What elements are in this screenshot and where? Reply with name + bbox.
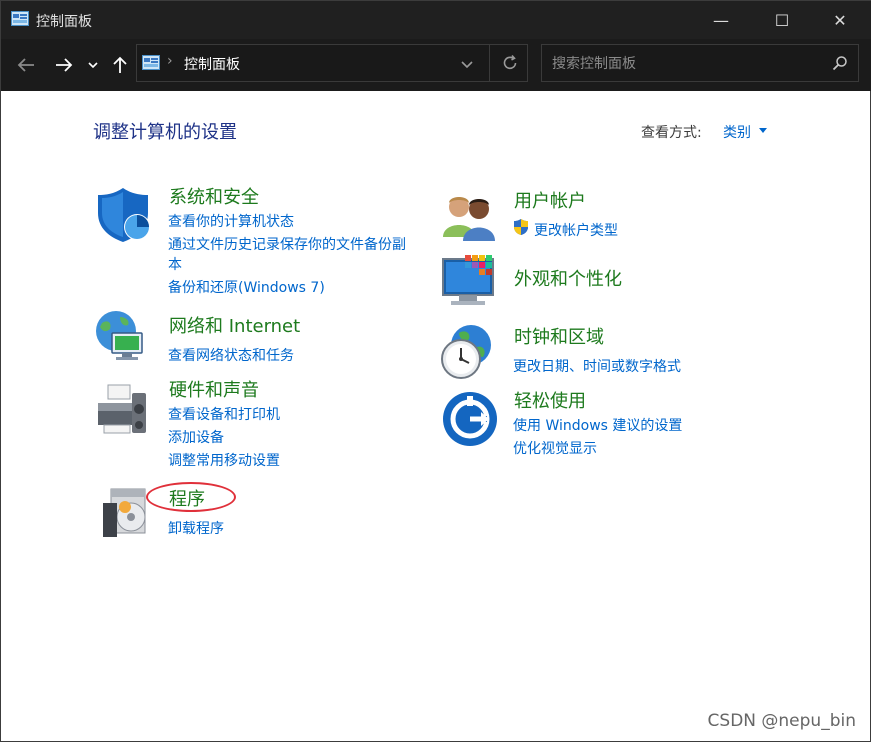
search-icon[interactable]: [832, 55, 848, 71]
link-uninstall-program[interactable]: 卸载程序: [168, 518, 224, 538]
link-view-computer-status[interactable]: 查看你的计算机状态: [168, 211, 294, 231]
link-add-device[interactable]: 添加设备: [168, 427, 224, 447]
minimize-button[interactable]: —: [698, 1, 744, 39]
chevron-down-icon[interactable]: [457, 54, 477, 74]
category-system-security[interactable]: 系统和安全: [169, 183, 259, 209]
arrow-right-icon: [56, 58, 73, 72]
refresh-button[interactable]: [489, 45, 530, 81]
shield-icon[interactable]: [96, 186, 154, 244]
close-icon: ✕: [833, 10, 847, 30]
watermark: CSDN @nepu_bin: [707, 711, 856, 731]
category-ease-of-access[interactable]: 轻松使用: [514, 387, 586, 413]
user-accounts-icon[interactable]: [441, 189, 499, 247]
link-backup-restore[interactable]: 备份和还原(Windows 7): [168, 277, 325, 297]
back-button[interactable]: [13, 53, 39, 77]
link-change-date-time-format[interactable]: 更改日期、时间或数字格式: [513, 356, 681, 376]
minimize-icon: —: [713, 10, 729, 30]
category-hardware-sound[interactable]: 硬件和声音: [169, 376, 259, 402]
category-user-accounts[interactable]: 用户帐户: [514, 187, 586, 213]
arrow-up-icon: [113, 56, 127, 73]
ease-of-access-icon[interactable]: [441, 390, 499, 448]
search-input[interactable]: [550, 53, 824, 75]
search-box[interactable]: [541, 44, 859, 82]
link-recommended-settings[interactable]: 使用 Windows 建议的设置: [513, 415, 682, 435]
title-bar: 控制面板 — ☐ ✕: [1, 1, 871, 39]
address-bar[interactable]: › 控制面板: [136, 44, 528, 82]
link-change-account-type[interactable]: 更改帐户类型: [534, 220, 618, 240]
printer-icon[interactable]: [94, 381, 152, 439]
link-view-devices-printers[interactable]: 查看设备和打印机: [168, 404, 280, 424]
page-title: 调整计算机的设置: [93, 122, 237, 143]
maximize-icon: ☐: [774, 10, 790, 30]
control-panel-window: 控制面板 — ☐ ✕ › 控制面板 搜索控制面板 调整计算机的设置 查看方式: …: [0, 0, 871, 742]
uac-shield-icon: [514, 219, 528, 235]
category-network-internet[interactable]: 网络和 Internet: [169, 312, 300, 338]
refresh-icon: [503, 54, 517, 70]
annotation-ellipse: [146, 482, 236, 512]
up-button[interactable]: [107, 53, 133, 77]
link-mobility-settings[interactable]: 调整常用移动设置: [168, 450, 280, 470]
view-by-label: 查看方式:: [641, 125, 702, 141]
appearance-monitor-icon[interactable]: [441, 253, 499, 311]
control-panel-icon: [142, 55, 160, 70]
forward-button[interactable]: [51, 53, 77, 77]
category-clock-region[interactable]: 时钟和区域: [514, 323, 604, 349]
control-panel-icon: [11, 11, 29, 26]
maximize-button[interactable]: ☐: [759, 1, 805, 39]
window-title: 控制面板: [36, 14, 92, 30]
link-file-history-backup[interactable]: 通过文件历史记录保存你的文件备份副: [168, 234, 406, 254]
arrow-left-icon: [17, 58, 34, 72]
breadcrumb-control-panel[interactable]: 控制面板: [184, 54, 240, 74]
link-view-network-status[interactable]: 查看网络状态和任务: [168, 345, 294, 365]
clock-globe-icon[interactable]: [437, 323, 495, 381]
view-by-dropdown[interactable]: 类别: [723, 122, 751, 142]
recent-locations-button[interactable]: [83, 53, 103, 77]
link-optimize-visual-display[interactable]: 优化视觉显示: [513, 438, 597, 458]
network-globe-icon[interactable]: [94, 309, 152, 367]
close-button[interactable]: ✕: [817, 1, 863, 39]
caret-down-icon[interactable]: [759, 128, 767, 133]
category-appearance-personalization[interactable]: 外观和个性化: [514, 265, 622, 291]
chevron-down-icon: [88, 62, 98, 69]
breadcrumb-separator: ›: [167, 53, 173, 69]
link-file-history-backup-wrap[interactable]: 本: [168, 254, 182, 274]
